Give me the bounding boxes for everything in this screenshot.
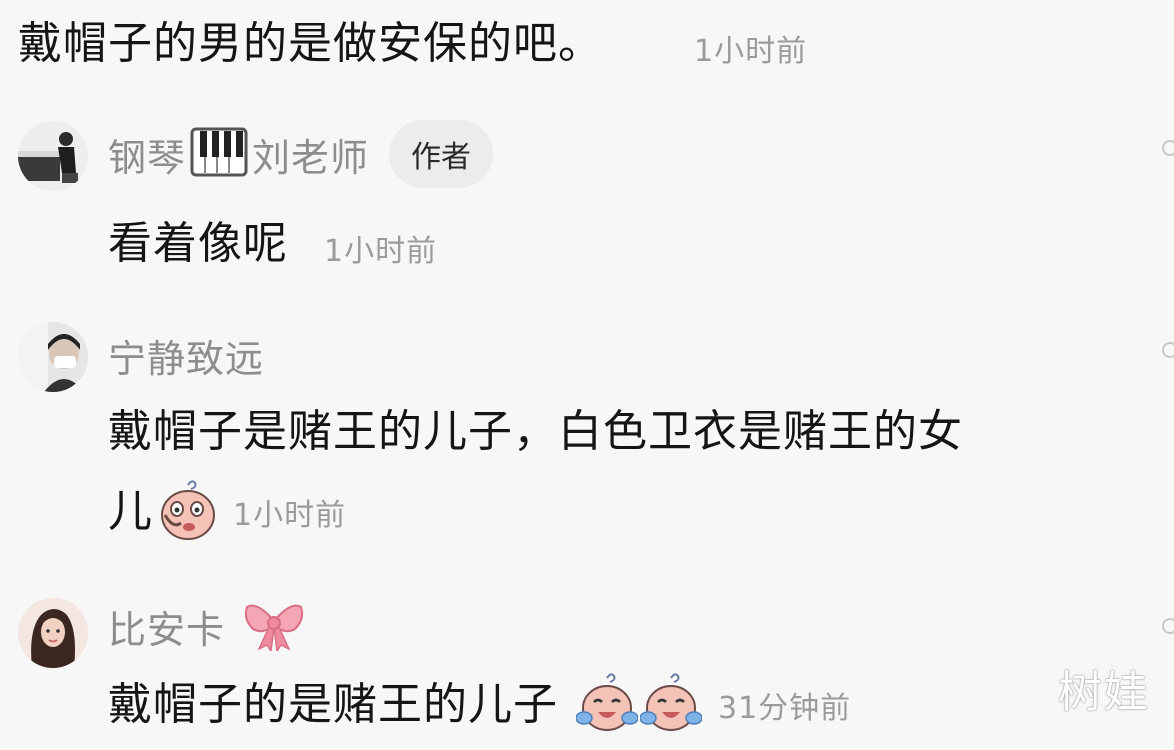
username[interactable]: 比安卡: [108, 599, 225, 654]
username[interactable]: 宁静致远: [108, 328, 264, 383]
reply-text-line-2: 儿: [108, 486, 153, 537]
reply-header: 钢琴 刘老师 作者: [108, 120, 494, 188]
crying-face-emoji: [159, 479, 217, 545]
top-comment-time: 1小时前: [694, 34, 808, 69]
reply-time: 1小时前: [233, 498, 347, 533]
reply-text: 看着像呢: [108, 218, 288, 269]
watermark: 树娃: [1058, 667, 1150, 718]
edge-indicator: [1162, 618, 1174, 634]
woman-portrait-avatar[interactable]: [18, 598, 88, 668]
reply-item: 比安卡 戴帽子的是赌王的儿子 31分钟前: [0, 596, 1174, 746]
reply-text: 戴帽子的是赌王的儿子: [108, 679, 558, 730]
reply-text-row: 戴帽子的是赌王的儿子 31分钟前: [108, 670, 851, 740]
crying-laugh-emoji: [639, 672, 703, 738]
reply-time: 31分钟前: [718, 691, 852, 726]
reply-text-line-2-row: 儿 1小时前: [108, 480, 346, 544]
reply-text-line-1: 戴帽子是赌王的儿子，白色卫衣是赌王的女: [108, 406, 963, 457]
reply-time: 1小时前: [324, 234, 438, 269]
reply-item: 宁静致远 戴帽子是赌王的儿子，白色卫衣是赌王的女 儿 1小时前: [0, 320, 1174, 550]
piano-keys-icon: [190, 127, 248, 181]
author-badge: 作者: [389, 120, 494, 188]
reply-item: 钢琴 刘老师 作者 看着像呢 1小时前: [0, 118, 1174, 278]
top-comment-text: 戴帽子的男的是做安保的吧。: [18, 18, 603, 69]
masked-woman-avatar[interactable]: [18, 322, 88, 392]
bow-icon: [243, 597, 305, 655]
piano-player-avatar[interactable]: [18, 121, 88, 191]
edge-indicator: [1162, 140, 1174, 156]
reply-header: 比安卡: [108, 596, 305, 656]
edge-indicator: [1162, 342, 1174, 358]
username-part-1[interactable]: 钢琴: [108, 127, 186, 182]
username-part-2[interactable]: 刘老师: [252, 127, 369, 182]
crying-laugh-emoji: [575, 672, 639, 738]
